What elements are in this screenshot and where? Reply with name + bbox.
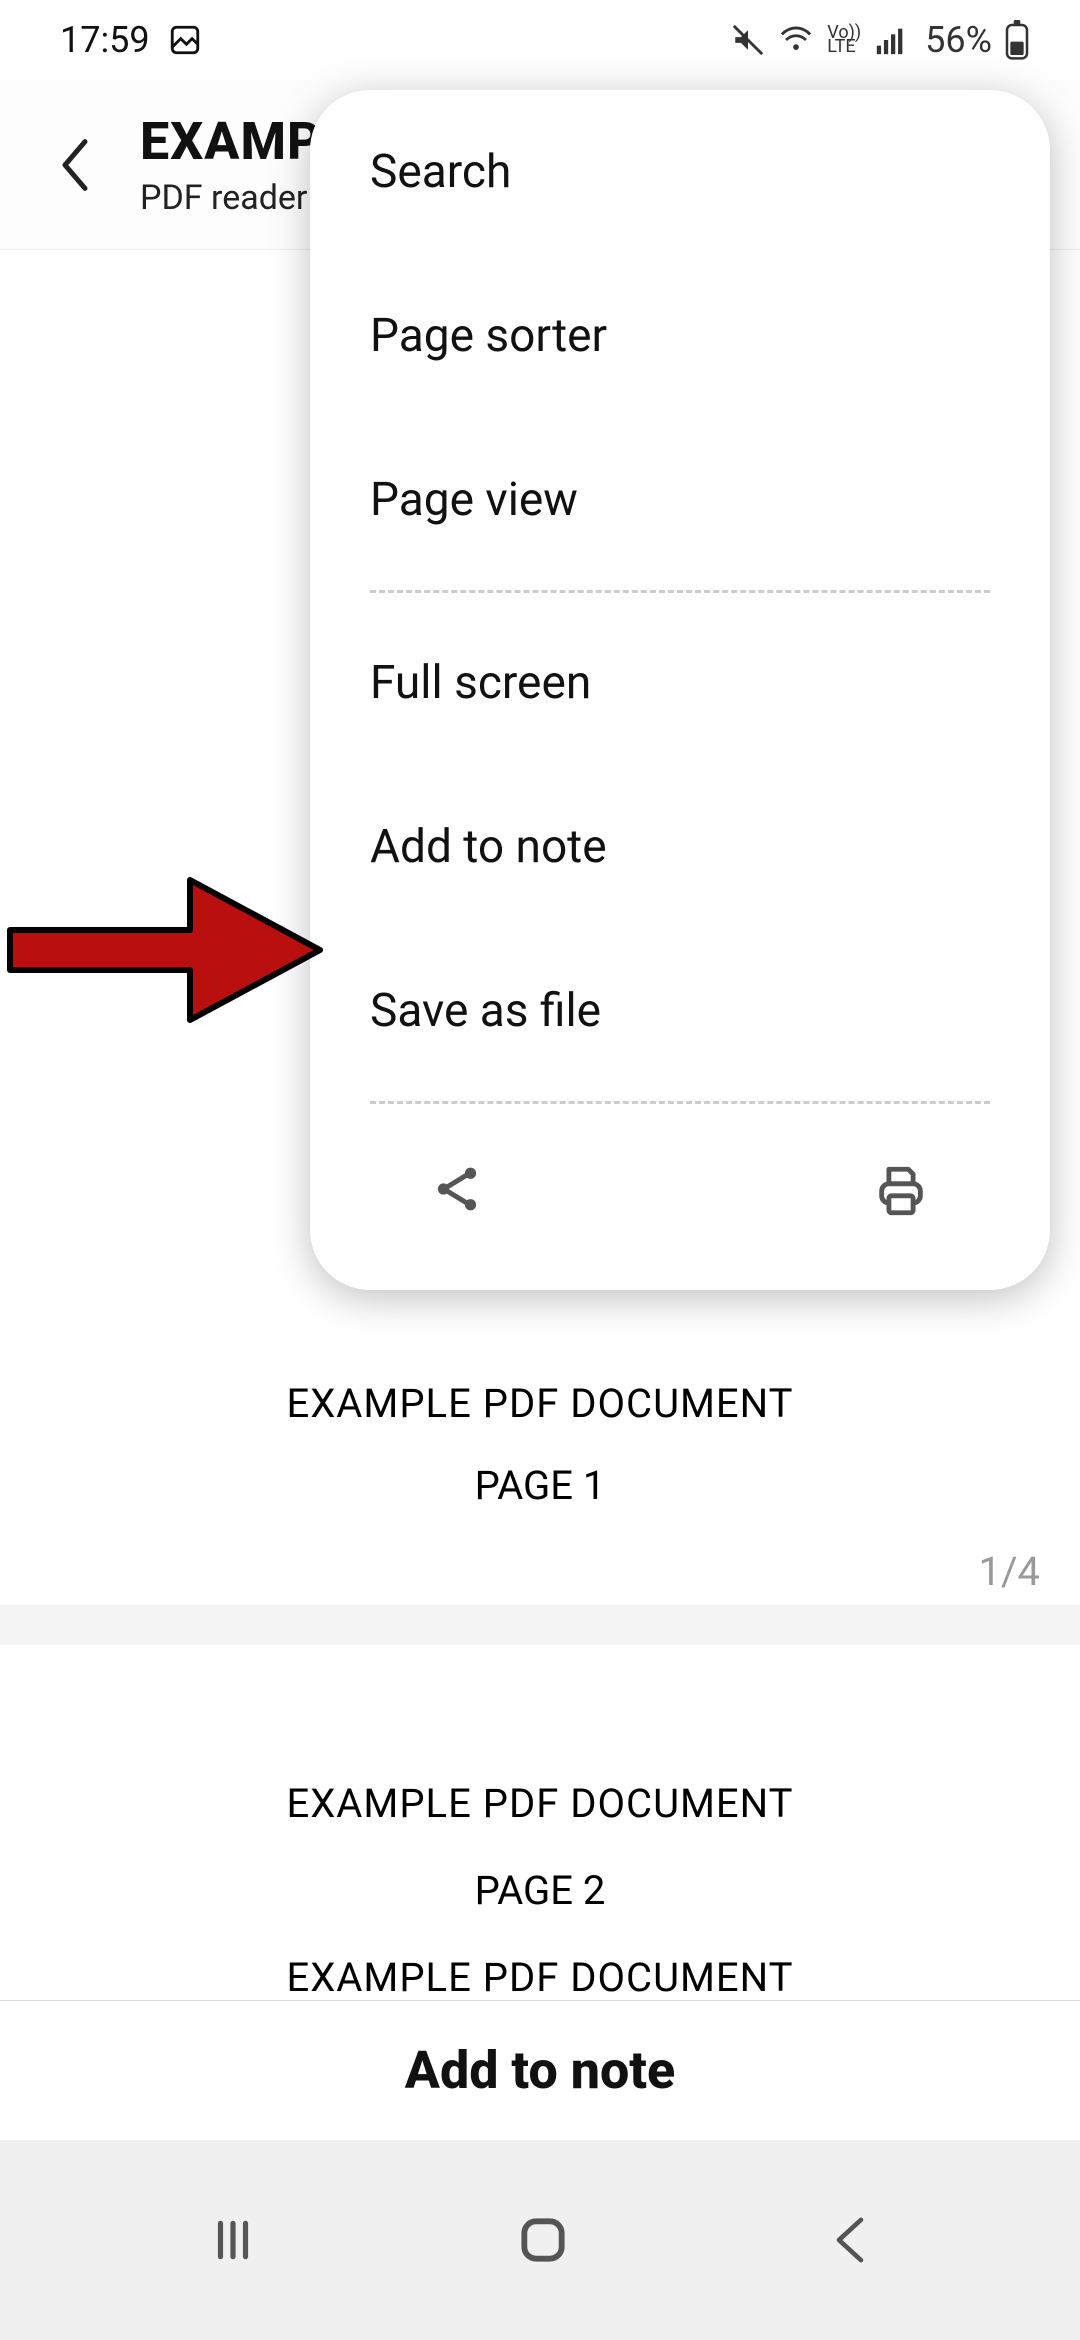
menu-label: Full screen [370, 656, 591, 710]
share-button[interactable] [430, 1162, 484, 1220]
status-bar: 17:59 Vo))LTE 56% [0, 0, 1080, 80]
home-button[interactable] [515, 2212, 571, 2268]
android-nav-bar [0, 2140, 1080, 2340]
add-to-note-label: Add to note [405, 2040, 675, 2101]
volte-icon: Vo))LTE [827, 26, 861, 54]
printer-icon [872, 1162, 930, 1220]
annotation-arrow [0, 870, 330, 1030]
page1-line1: EXAMPLE PDF DOCUMENT [0, 1380, 1080, 1427]
battery-percent: 56% [925, 19, 992, 61]
menu-label: Page sorter [370, 309, 607, 363]
chevron-left-icon [828, 2212, 872, 2268]
page2-line2: PAGE 2 [0, 1867, 1080, 1914]
wifi-icon [777, 23, 815, 57]
chevron-left-icon [55, 135, 95, 195]
menu-label: Add to note [370, 820, 607, 874]
menu-item-page-view[interactable]: Page view [310, 418, 1050, 582]
page-indicator: 1/4 [979, 1548, 1040, 1595]
mute-vibrate-icon [731, 23, 765, 57]
menu-label: Save as file [370, 984, 601, 1038]
print-button[interactable] [872, 1162, 930, 1220]
recents-button[interactable] [208, 2215, 258, 2265]
page2-group: EXAMPLE PDF DOCUMENT PAGE 2 EXAMPLE PDF … [0, 1780, 1080, 2001]
status-right: Vo))LTE 56% [731, 19, 1030, 61]
signal-icon [873, 23, 909, 57]
back-button[interactable] [40, 130, 110, 200]
share-icon [430, 1162, 484, 1216]
nav-back-button[interactable] [828, 2212, 872, 2268]
menu-item-add-to-note[interactable]: Add to note [310, 765, 1050, 929]
menu-label: Page view [370, 473, 578, 527]
home-icon [515, 2212, 571, 2268]
menu-action-row [310, 1112, 1050, 1290]
status-left: 17:59 [60, 19, 202, 61]
menu-separator [370, 590, 990, 593]
page2-line3: EXAMPLE PDF DOCUMENT [0, 1954, 1080, 2001]
status-time: 17:59 [60, 19, 150, 61]
menu-label: Search [370, 145, 511, 199]
recents-icon [208, 2215, 258, 2265]
page2-line1: EXAMPLE PDF DOCUMENT [0, 1780, 1080, 1827]
battery-icon [1004, 20, 1030, 60]
menu-item-search[interactable]: Search [310, 90, 1050, 254]
add-to-note-bar[interactable]: Add to note [0, 2000, 1080, 2140]
picture-icon [168, 23, 202, 57]
menu-item-page-sorter[interactable]: Page sorter [310, 254, 1050, 418]
arrow-right-icon [0, 870, 330, 1030]
menu-separator [370, 1101, 990, 1104]
overflow-menu: Search Page sorter Page view Full screen… [310, 90, 1050, 1290]
menu-item-save-as-file[interactable]: Save as file [310, 929, 1050, 1093]
page1-line2: PAGE 1 [0, 1462, 1080, 1509]
menu-item-full-screen[interactable]: Full screen [310, 601, 1050, 765]
page-gap [0, 1605, 1080, 1645]
